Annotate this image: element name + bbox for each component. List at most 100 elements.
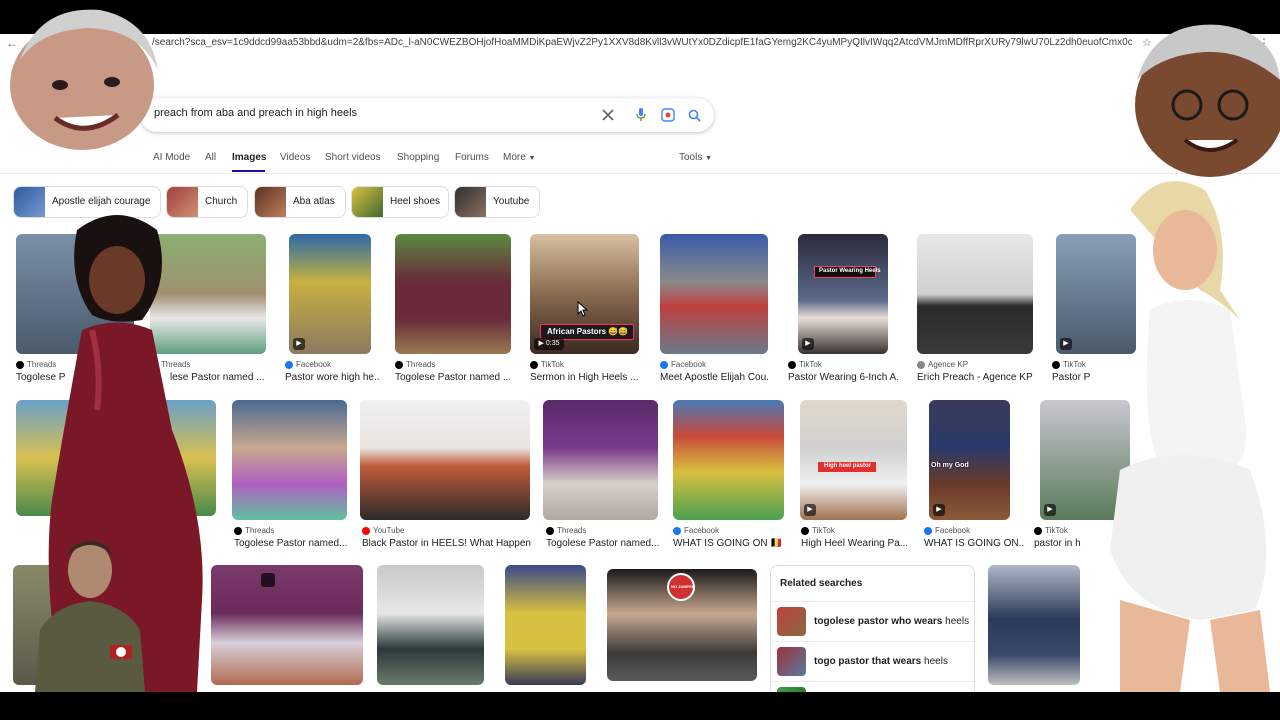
- caret-down-icon: ▼: [528, 155, 536, 162]
- related-search-item[interactable]: togo pastor that wears heels: [771, 641, 974, 681]
- tab-more-label: More: [503, 152, 526, 163]
- result-source[interactable]: TikTok: [530, 360, 564, 369]
- tab-all[interactable]: All: [205, 152, 216, 163]
- related-searches-panel: Related searches togolese pastor who wea…: [770, 565, 975, 692]
- result-source[interactable]: Facebook: [924, 526, 970, 535]
- overlay-caption: High heel pastor: [824, 463, 872, 469]
- result-source[interactable]: TikTok: [1034, 526, 1068, 535]
- chip-youtube[interactable]: Youtube: [454, 186, 540, 218]
- result-image[interactable]: ▶: [289, 234, 371, 354]
- source-name: TikTok: [799, 360, 822, 369]
- clear-icon[interactable]: [598, 105, 618, 125]
- tiktok-icon: [788, 360, 796, 369]
- result-source[interactable]: YouTube: [362, 526, 404, 535]
- video-play-icon: ▶: [933, 504, 945, 516]
- reaction-face-top-left: [10, 9, 158, 150]
- result-caption[interactable]: Black Pastor in HEELS! What Happen...: [362, 538, 532, 549]
- caption-banner: High heel pastor: [818, 462, 876, 472]
- related-search-text: togolese pastor who wears heels: [814, 616, 969, 627]
- video-play-icon: ▶: [1060, 338, 1072, 350]
- result-image[interactable]: NO JUMPER: [607, 569, 757, 681]
- screen-top-border: [0, 0, 1280, 34]
- source-name: Facebook: [684, 526, 720, 535]
- result-image[interactable]: [988, 565, 1080, 685]
- related-search-item[interactable]: [771, 681, 974, 692]
- tab-short-videos[interactable]: Short videos: [325, 152, 381, 163]
- chip-heel-shoes[interactable]: Heel shoes: [351, 186, 449, 218]
- source-name: TikTok: [541, 360, 564, 369]
- result-source[interactable]: Facebook: [673, 526, 719, 535]
- search-input[interactable]: preach from aba and preach in high heels: [154, 107, 357, 119]
- camera-lens-icon[interactable]: [658, 105, 678, 125]
- result-image[interactable]: Oh my God ▶: [929, 400, 1010, 520]
- related-search-item[interactable]: togolese pastor who wears heels: [771, 601, 974, 641]
- tab-more[interactable]: More ▼: [503, 152, 536, 163]
- result-source[interactable]: TikTok: [788, 360, 822, 369]
- search-icon[interactable]: [684, 105, 704, 125]
- tab-shopping[interactable]: Shopping: [397, 152, 439, 163]
- result-caption[interactable]: Pastor wore high he...: [285, 372, 380, 383]
- result-image[interactable]: [232, 400, 347, 520]
- source-name: YouTube: [373, 526, 405, 535]
- result-image[interactable]: [673, 400, 784, 520]
- result-image[interactable]: [395, 234, 511, 354]
- related-rest-text: heels: [924, 656, 948, 667]
- source-name: TikTok: [1045, 526, 1068, 535]
- result-caption[interactable]: WHAT IS GOING ON...: [924, 538, 1024, 549]
- result-source[interactable]: Threads: [395, 360, 435, 369]
- result-image[interactable]: Pastor Wearing Heels ▶: [798, 234, 888, 354]
- chip-aba-atlas[interactable]: Aba atlas: [254, 186, 346, 218]
- chip-thumbnail: [255, 187, 286, 217]
- facebook-icon: [285, 360, 293, 369]
- microphone-icon[interactable]: [631, 105, 651, 125]
- tiktok-icon: [1034, 526, 1042, 535]
- result-image[interactable]: [660, 234, 768, 354]
- result-caption[interactable]: WHAT IS GOING ON 🇧🇪: [673, 538, 788, 549]
- tab-ai-mode[interactable]: AI Mode: [153, 152, 190, 163]
- result-caption[interactable]: pastor in h: [1034, 538, 1084, 549]
- tab-forums[interactable]: Forums: [455, 152, 489, 163]
- tab-images[interactable]: Images: [232, 152, 266, 163]
- result-image[interactable]: African Pastors 😅😅 ▶ 0:35: [530, 234, 639, 354]
- related-bold-text: togo pastor that wears: [814, 656, 922, 667]
- tiktok-icon: [801, 526, 809, 535]
- result-source[interactable]: Threads: [234, 526, 274, 535]
- result-caption[interactable]: Togolese Pastor named...: [546, 538, 661, 549]
- result-caption[interactable]: Togolese Pastor named ...: [395, 372, 510, 383]
- result-source[interactable]: Agence KP: [917, 360, 968, 369]
- result-source[interactable]: Facebook: [285, 360, 331, 369]
- video-play-icon: ▶: [802, 338, 814, 350]
- result-caption[interactable]: Pastor Wearing 6-Inch A...: [788, 372, 898, 383]
- source-name: Facebook: [935, 526, 971, 535]
- result-image[interactable]: [543, 400, 658, 520]
- result-image[interactable]: [211, 565, 363, 685]
- result-image[interactable]: High heel pastor ▶: [800, 400, 907, 520]
- result-image[interactable]: [360, 400, 530, 520]
- tab-videos[interactable]: Videos: [280, 152, 310, 163]
- result-image[interactable]: [377, 565, 484, 685]
- result-caption[interactable]: High Heel Wearing Pa...: [801, 538, 911, 549]
- browser-address-bar[interactable]: ← /search?sca_esv=1c9ddcd99aa53bbd&udm=2…: [0, 34, 1280, 52]
- chip-label: Heel shoes: [390, 196, 441, 207]
- overlay-caption: Oh my God: [931, 462, 969, 469]
- result-source[interactable]: Threads: [546, 526, 586, 535]
- mouse-cursor-icon: [577, 301, 589, 317]
- result-image[interactable]: [505, 565, 586, 685]
- result-source[interactable]: Facebook: [660, 360, 706, 369]
- video-play-icon: ▶: [293, 338, 305, 350]
- related-thumbnail: [777, 607, 806, 636]
- result-caption[interactable]: Meet Apostle Elijah Cou...: [660, 372, 770, 383]
- result-source[interactable]: TikTok: [801, 526, 835, 535]
- active-tab-indicator: [232, 170, 265, 172]
- tools-button[interactable]: Tools ▼: [679, 152, 712, 163]
- video-play-icon: ▶: [1044, 504, 1056, 516]
- woman-in-white-cutout: [1110, 181, 1270, 692]
- result-image[interactable]: [917, 234, 1033, 354]
- result-caption[interactable]: Sermon in High Heels ...: [530, 372, 640, 383]
- result-caption[interactable]: Erich Preach - Agence KP: [917, 372, 1033, 383]
- screen-bottom-border: [0, 692, 1280, 720]
- result-caption[interactable]: Togolese Pastor named...: [234, 538, 349, 549]
- search-box[interactable]: preach from aba and preach in high heels: [140, 98, 714, 132]
- threads-icon: [546, 526, 554, 535]
- url-text[interactable]: /search?sca_esv=1c9ddcd99aa53bbd&udm=2&f…: [152, 34, 1132, 52]
